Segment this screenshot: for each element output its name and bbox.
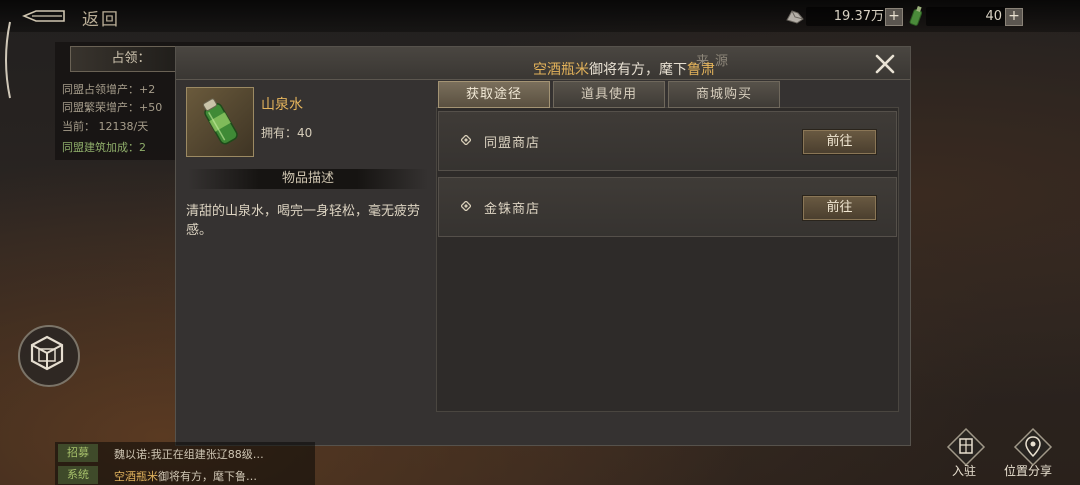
source-row-gold-shop: 金铢商店 前往: [438, 177, 897, 237]
description-header: 物品描述: [188, 169, 428, 189]
bottle-icon: [909, 5, 923, 26]
tab-shop-purchase[interactable]: 商城购买: [668, 81, 780, 108]
tab-item-use[interactable]: 道具使用: [553, 81, 665, 108]
goto-gold-shop-button[interactable]: 前往: [802, 195, 877, 221]
ticker-text: 御将有方，麾下: [589, 62, 687, 78]
ore-icon: [786, 10, 804, 24]
chat-message: 空酒瓶米御将有方，麾下鲁…: [114, 468, 257, 484]
ticker-player: 空酒瓶米: [533, 62, 589, 78]
diamond-bullet-icon: [461, 135, 471, 145]
resource-ore-value: 19.37万: [806, 7, 888, 26]
announcement-ticker: 空酒瓶米御将有方，麾下鲁肃: [533, 59, 715, 79]
item-name: 山泉水: [261, 97, 303, 113]
tab-obtain-methods[interactable]: 获取途径: [438, 81, 550, 108]
top-bar: 返回 19.37万 + 40 +: [0, 0, 1080, 32]
occupation-title: 占领：: [70, 46, 192, 72]
occupation-line: 当前： 12138/天: [62, 120, 149, 133]
chat-channel-tag: 系统: [58, 466, 98, 484]
diamond-bullet-icon: [461, 201, 471, 211]
modal-header: 来源 空酒瓶米御将有方，麾下鲁肃: [176, 47, 910, 80]
garrison-label: 入驻: [952, 464, 977, 478]
chat-channel-tag: 招募: [58, 444, 98, 462]
add-ore-button[interactable]: +: [885, 8, 903, 26]
occupation-line: 同盟建筑加成：2: [62, 141, 146, 154]
map-cube-icon: [30, 335, 64, 371]
back-arrow-icon[interactable]: [22, 8, 66, 24]
chat-message-text: 御将有方，麾下鲁…: [158, 470, 257, 483]
water-bottle-icon: [203, 98, 238, 145]
source-row-alliance-shop: 同盟商店 前往: [438, 111, 897, 171]
occupation-line: 同盟占领增产：+2: [62, 83, 156, 96]
share-location-label: 位置分享: [1004, 464, 1053, 478]
add-bottle-button[interactable]: +: [1005, 8, 1023, 26]
occupation-line: 同盟繁荣增产：+50: [62, 101, 163, 114]
chat-message: 魏以诺:我正在组建张辽88级…: [114, 448, 264, 461]
source-label: 同盟商店: [484, 136, 541, 151]
screen-edge-handle: [5, 21, 11, 99]
item-icon-frame: [186, 87, 254, 157]
close-icon[interactable]: [874, 53, 896, 75]
item-description: 清甜的山泉水，喝完一身轻松，毫无疲劳感。: [186, 204, 421, 238]
source-label: 金铢商店: [484, 202, 541, 217]
item-owned-count: 拥有：40: [261, 126, 313, 140]
chat-player-name: 空酒瓶米: [114, 470, 158, 483]
goto-alliance-shop-button[interactable]: 前往: [802, 129, 877, 155]
ticker-general: 鲁肃: [687, 62, 715, 78]
item-source-modal: 来源 空酒瓶米御将有方，麾下鲁肃 山泉水 拥有：40 物品描述 清甜的山泉水，喝…: [175, 46, 911, 446]
resource-bottle-value: 40: [926, 7, 1006, 26]
back-button[interactable]: 返回: [82, 5, 120, 30]
map-button[interactable]: [18, 325, 80, 387]
